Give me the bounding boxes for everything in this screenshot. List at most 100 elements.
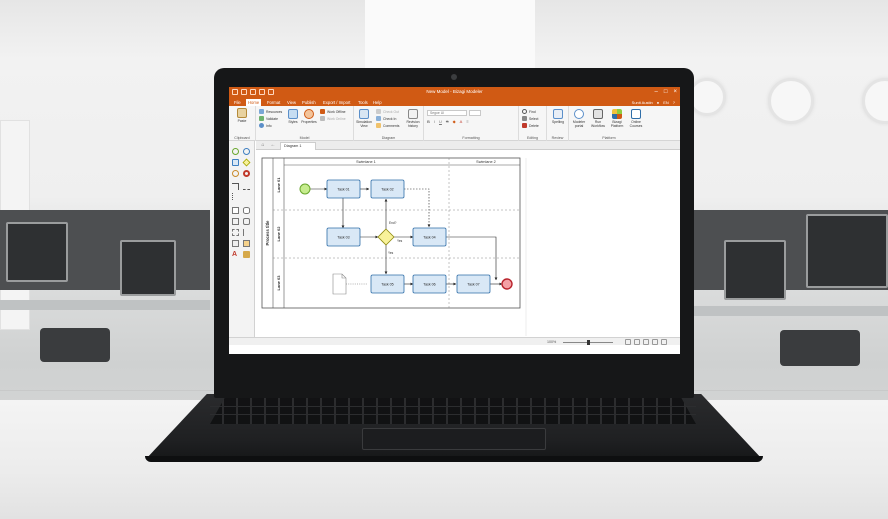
spelling-button[interactable]: Spelling xyxy=(549,109,567,124)
select-button[interactable]: Select xyxy=(522,116,538,121)
ceiling-beam xyxy=(365,0,535,75)
gateway-yes-label-2: Yes xyxy=(388,251,394,255)
align-icon[interactable]: ≡ xyxy=(466,119,468,124)
end-event-icon[interactable] xyxy=(243,170,250,177)
svg-text:Task 03: Task 03 xyxy=(337,236,349,240)
lane-icon[interactable] xyxy=(243,218,250,225)
back-arrow-icon[interactable]: ← xyxy=(269,142,277,149)
font-family-select[interactable]: Segoe UI xyxy=(427,110,467,116)
task-07[interactable]: Task 07 xyxy=(456,274,491,294)
start-event[interactable] xyxy=(299,183,311,195)
run-workflow-button[interactable]: Run Workflow xyxy=(589,109,607,128)
data-store-icon[interactable] xyxy=(243,207,250,214)
group-icon[interactable] xyxy=(232,229,239,236)
info-button[interactable]: Info xyxy=(259,123,272,128)
styles-button[interactable]: Styles xyxy=(286,109,300,124)
chair xyxy=(40,328,110,362)
gateway-icon[interactable] xyxy=(242,158,251,167)
check-out-button[interactable]: Check Out xyxy=(376,109,399,114)
properties-button[interactable]: Properties xyxy=(301,109,317,124)
data-object-icon[interactable] xyxy=(232,207,239,214)
font-color-icon[interactable]: A xyxy=(460,119,463,124)
minimize-button[interactable]: – xyxy=(655,88,658,97)
keyboard-row xyxy=(210,414,696,415)
revision-history-button[interactable]: Revision history xyxy=(404,109,422,128)
menu-tools[interactable]: Tools xyxy=(356,99,370,106)
close-button[interactable]: × xyxy=(673,88,677,97)
font-size-select[interactable] xyxy=(469,110,481,116)
annotation-icon[interactable] xyxy=(243,229,250,236)
work-offline-button[interactable]: Work Offline xyxy=(320,109,346,114)
window-controls: – □ × xyxy=(655,88,677,97)
format-painter-icon[interactable] xyxy=(243,251,250,258)
task-02[interactable]: Task 02 xyxy=(370,179,405,199)
paste-button[interactable]: Paste xyxy=(232,108,252,123)
comments-button[interactable]: Comments xyxy=(376,123,399,128)
task-05[interactable]: Task 05 xyxy=(370,274,405,294)
touchpad xyxy=(362,428,546,450)
start-event-icon[interactable] xyxy=(232,148,239,155)
task-01[interactable]: Task 01 xyxy=(326,179,361,199)
task-icon[interactable] xyxy=(232,159,239,166)
check-in-icon xyxy=(376,116,381,121)
pool-title: Process title xyxy=(265,220,270,246)
milestone-icon[interactable] xyxy=(232,240,239,247)
strikethrough-button[interactable]: S xyxy=(446,119,449,124)
validate-button[interactable]: Validate xyxy=(259,116,278,121)
user-avatar[interactable]: ● xyxy=(657,99,659,106)
wall-clock xyxy=(862,78,888,124)
maximize-button[interactable]: □ xyxy=(664,88,668,97)
group-label: Platform xyxy=(602,136,616,140)
intermediate-event-2-icon[interactable] xyxy=(232,170,239,177)
background-desk xyxy=(0,300,210,310)
simulation-view-button[interactable]: Simulation View xyxy=(356,109,372,128)
bold-button[interactable]: B xyxy=(427,119,430,124)
association-icon[interactable] xyxy=(232,193,239,200)
fill-color-icon[interactable]: ◆ xyxy=(453,119,456,124)
group-diagram: Simulation View Check Out Check In Comme… xyxy=(354,106,424,141)
work-online-button[interactable]: Work Online xyxy=(320,116,346,121)
task-04[interactable]: Task 04 xyxy=(412,227,447,247)
underline-button[interactable]: U xyxy=(439,119,442,124)
menu-export-import[interactable]: Export / Import xyxy=(321,99,352,106)
language-selector[interactable]: EN xyxy=(663,99,669,106)
sequence-flow-icon[interactable] xyxy=(232,183,239,190)
menu-view[interactable]: View xyxy=(285,99,298,106)
menu-publish[interactable]: Publish xyxy=(300,99,318,106)
resources-button[interactable]: Resources xyxy=(259,109,282,114)
lane-label-1: Lane 01 xyxy=(276,177,281,193)
message-flow-icon[interactable] xyxy=(243,183,250,190)
image-icon[interactable] xyxy=(243,240,250,247)
diagram-canvas[interactable]: Process title Lane 01 Lane 02 Lane 03 Sw… xyxy=(256,150,680,336)
tab-diagram-1[interactable]: Diagram 1 xyxy=(280,142,316,150)
menu-file[interactable]: File xyxy=(232,99,243,106)
pool-icon[interactable] xyxy=(232,218,239,225)
task-03[interactable]: Task 03 xyxy=(326,227,361,247)
task-06[interactable]: Task 06 xyxy=(412,274,447,294)
group-model: Resources Validate Info Styles Propertie… xyxy=(256,106,354,141)
swimlane-label-2: Swimlane 2 xyxy=(476,160,496,164)
data-object[interactable] xyxy=(332,273,347,295)
check-in-button[interactable]: Check In xyxy=(376,116,396,121)
group-label: Review xyxy=(551,136,564,140)
background-monitor xyxy=(724,240,786,300)
menu-help[interactable]: Help xyxy=(371,99,384,106)
menu-home[interactable]: Home xyxy=(246,99,262,106)
svg-text:Task 07: Task 07 xyxy=(467,283,479,287)
intermediate-event-icon[interactable] xyxy=(243,148,250,155)
online-courses-button[interactable]: Online Courses xyxy=(627,109,645,128)
lane-label-2: Lane 02 xyxy=(276,226,281,242)
background-monitor xyxy=(6,222,68,282)
home-tab-icon[interactable]: ⌂ xyxy=(259,142,267,149)
italic-button[interactable]: I xyxy=(434,119,435,124)
end-event[interactable] xyxy=(501,278,513,290)
paste-icon xyxy=(237,108,247,118)
menu-format[interactable]: Format xyxy=(265,99,282,106)
user-name[interactable]: Sunit Austin xyxy=(632,99,653,106)
text-icon[interactable]: A xyxy=(232,251,239,258)
bizagi-platform-button[interactable]: Bizagi Platform xyxy=(608,109,626,128)
find-button[interactable]: Find xyxy=(522,109,536,114)
delete-button[interactable]: Delete xyxy=(522,123,539,128)
help-icon[interactable]: ? xyxy=(673,99,675,106)
modeler-portal-button[interactable]: Modeler portal xyxy=(570,109,588,128)
